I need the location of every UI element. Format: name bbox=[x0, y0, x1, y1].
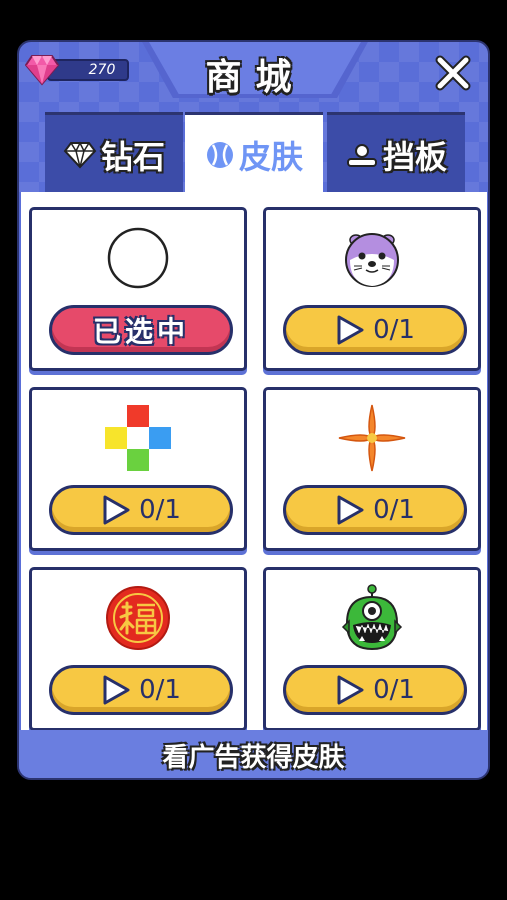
watch-ad-button[interactable]: 0/1 bbox=[49, 485, 233, 535]
close-x-icon bbox=[435, 55, 471, 91]
tab-diamonds[interactable]: 钻石 bbox=[45, 112, 183, 194]
tab-paddles[interactable]: 挡板 bbox=[327, 112, 465, 194]
skin-card-seal[interactable]: 0/1 bbox=[263, 207, 481, 371]
color-cross-icon bbox=[105, 405, 171, 471]
selected-button[interactable]: 已选中 bbox=[49, 305, 233, 355]
fu-character-icon bbox=[106, 586, 170, 650]
play-icon bbox=[337, 495, 364, 525]
play-icon bbox=[103, 675, 130, 705]
watch-ad-button[interactable]: 0/1 bbox=[283, 665, 467, 715]
game-screen: 商城 270 钻石 皮肤 挡板 已选中 0/1 0/1 0/1 0/1 0/1 … bbox=[0, 0, 507, 900]
ad-progress-count: 0/1 bbox=[373, 675, 415, 705]
green-monster-icon bbox=[341, 584, 403, 651]
tab-skins[interactable]: 皮肤 bbox=[185, 112, 323, 194]
skins-grid: 已选中 0/1 0/1 0/1 0/1 0/1 bbox=[21, 192, 487, 730]
tab-bar: 钻石 皮肤 挡板 bbox=[45, 112, 465, 194]
diamond-icon bbox=[63, 140, 97, 168]
footer-hint: 看广告获得皮肤 bbox=[162, 742, 345, 773]
play-icon bbox=[337, 315, 364, 345]
tab-diamonds-label: 钻石 bbox=[100, 137, 165, 176]
skin-card-white-ball[interactable]: 已选中 bbox=[29, 207, 247, 371]
ad-progress-count: 0/1 bbox=[139, 675, 181, 705]
watch-ad-button[interactable]: 0/1 bbox=[283, 305, 467, 355]
play-icon bbox=[103, 495, 130, 525]
paddle-icon bbox=[346, 143, 377, 167]
skin-card-fu[interactable]: 0/1 bbox=[29, 567, 247, 730]
selected-label: 已选中 bbox=[92, 315, 189, 348]
skin-card-shuriken[interactable]: 0/1 bbox=[263, 387, 481, 551]
shop-panel: 商城 270 钻石 皮肤 挡板 已选中 0/1 0/1 0/1 0/1 0/1 … bbox=[17, 40, 490, 780]
watch-ad-button[interactable]: 0/1 bbox=[49, 665, 233, 715]
ad-progress-count: 0/1 bbox=[373, 315, 415, 345]
ball-icon bbox=[206, 141, 233, 168]
white-ball-icon bbox=[107, 227, 169, 289]
tab-skins-label: 皮肤 bbox=[238, 137, 303, 176]
watch-ad-button[interactable]: 0/1 bbox=[283, 485, 467, 535]
orange-shuriken-icon bbox=[338, 404, 406, 472]
skin-card-color-cross[interactable]: 0/1 bbox=[29, 387, 247, 551]
gem-counter: 270 bbox=[25, 55, 129, 86]
play-icon bbox=[337, 675, 364, 705]
ad-progress-count: 0/1 bbox=[373, 495, 415, 525]
gem-count-pill: 270 bbox=[47, 59, 129, 81]
footer-bar: 看广告获得皮肤 bbox=[19, 730, 488, 778]
skin-card-monster[interactable]: 0/1 bbox=[263, 567, 481, 730]
close-button[interactable] bbox=[434, 54, 472, 92]
gem-count: 270 bbox=[88, 62, 116, 78]
ad-progress-count: 0/1 bbox=[139, 495, 181, 525]
seal-face-icon bbox=[345, 233, 399, 287]
tab-paddles-label: 挡板 bbox=[382, 137, 447, 176]
pink-gem-icon bbox=[25, 55, 59, 86]
